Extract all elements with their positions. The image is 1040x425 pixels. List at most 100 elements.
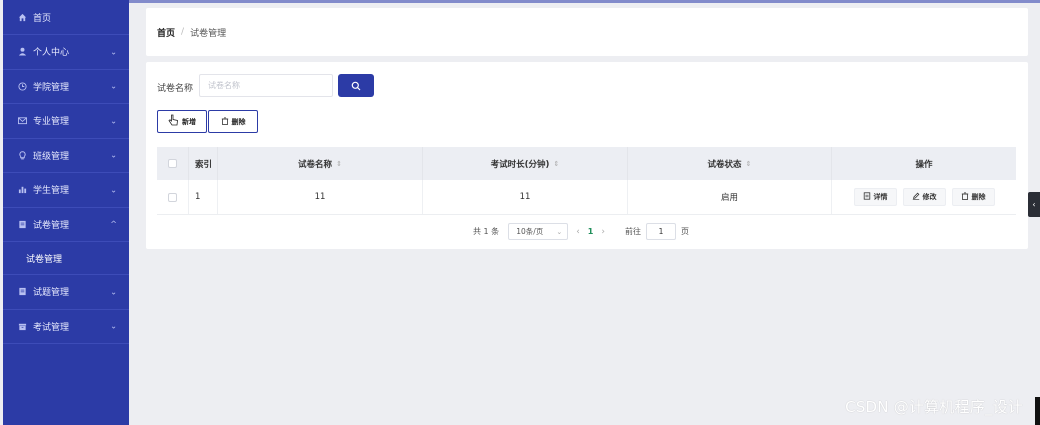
row-check-cell (157, 180, 189, 214)
delete-button[interactable]: 删除 (208, 110, 258, 133)
sidebar-item-label: 个人中心 (33, 48, 70, 59)
sort-icon: ⇕ (745, 159, 752, 168)
archive-icon (17, 321, 27, 331)
page-size-select[interactable]: 10条/页 ⌄ (508, 223, 569, 240)
sort-icon: ⇕ (553, 159, 560, 168)
home-icon (17, 12, 27, 22)
header-name[interactable]: 试卷名称 ⇕ (218, 147, 423, 180)
add-button-label: 新增 (182, 117, 196, 126)
row-delete-button-label: 删除 (971, 193, 986, 201)
watermark: CSDN @计算机程序_设计 (845, 398, 1023, 416)
breadcrumb-home[interactable]: 首页 (157, 26, 175, 39)
sidebar-item-label: 学生管理 (33, 186, 70, 197)
sidebar-item-personal-center[interactable]: 个人中心 ⌄ (3, 35, 129, 70)
header-index: 索引 (189, 147, 218, 180)
doc-icon (17, 219, 27, 229)
bulb-icon (17, 150, 27, 160)
goto-page-input[interactable]: 1 (645, 223, 676, 240)
goto-label: 前往 (624, 227, 641, 236)
edge-strip (1035, 397, 1040, 425)
sidebar-subitem-label: 试卷管理 (26, 254, 63, 265)
sidebar-item-exam[interactable]: 考试管理 ⌄ (3, 310, 129, 344)
chevron-down-icon: ⌄ (110, 116, 117, 126)
sidebar-item-question[interactable]: 试题管理 ⌄ (3, 275, 129, 310)
sidebar-item-label: 专业管理 (33, 117, 70, 128)
cell-name: 11 (218, 180, 423, 214)
cell-duration: 11 (423, 180, 628, 214)
delete-button-label: 删除 (231, 117, 246, 126)
select-all-cell (157, 147, 189, 180)
row-checkbox[interactable] (168, 192, 177, 202)
sidebar-item-label: 首页 (33, 13, 52, 24)
header-duration[interactable]: 考试时长(分钟) ⇕ (423, 147, 628, 180)
sidebar-item-college[interactable]: 学院管理 ⌄ (3, 70, 129, 104)
table-header: 索引 试卷名称 ⇕ 考试时长(分钟) ⇕ 试卷状态 ⇕ 操作 (157, 147, 1016, 180)
pagination-total: 共 1 条 (473, 227, 500, 236)
chevron-left-icon: ‹ (1032, 200, 1036, 209)
papers-table: 索引 试卷名称 ⇕ 考试时长(分钟) ⇕ 试卷状态 ⇕ 操作 1 11 11 启用 详… (157, 147, 1016, 215)
edit-button[interactable]: 修改 (902, 188, 946, 206)
sidebar: 首页 个人中心 ⌄ 学院管理 ⌄ 专业管理 ⌄ 班级管理 ⌄ 学生管理 ⌄ 试卷… (3, 0, 129, 425)
search-button[interactable] (338, 74, 374, 97)
chevron-down-icon: ⌄ (110, 150, 117, 160)
chevron-down-icon: ⌄ (110, 185, 117, 195)
sidebar-item-label: 班级管理 (33, 151, 70, 162)
content-panel: 试卷名称 新增 删除 索引 试卷名称⇕ 考试时长(分钟)⇕ 试卷状态⇕ 操作 1… (146, 62, 1028, 249)
document-icon (863, 192, 871, 202)
chevron-down-icon: ⌄ (110, 321, 117, 331)
table-row: 1 11 11 启用 详情 修改 删除 (157, 180, 1016, 215)
doc-icon (17, 287, 27, 297)
detail-button[interactable]: 详情 (853, 188, 897, 206)
user-icon (17, 47, 27, 57)
breadcrumb-current: 试卷管理 (190, 28, 227, 39)
sidebar-item-home[interactable]: 首页 (3, 0, 129, 35)
search-icon (351, 81, 361, 90)
sidebar-item-major[interactable]: 专业管理 ⌄ (3, 104, 129, 139)
search-input[interactable] (199, 74, 333, 97)
clock-icon (17, 81, 27, 91)
current-page[interactable]: 1 (588, 227, 594, 236)
header-name-label: 试卷名称 (298, 159, 333, 170)
prev-page-button[interactable]: ‹ (576, 227, 580, 237)
select-all-checkbox[interactable] (168, 159, 177, 168)
cell-index: 1 (189, 180, 218, 214)
sidebar-item-label: 考试管理 (33, 322, 70, 333)
sidebar-item-student[interactable]: 学生管理 ⌄ (3, 173, 129, 208)
page-size-value: 10条/页 (516, 227, 544, 236)
next-page-button[interactable]: › (601, 227, 605, 237)
chevron-down-icon: ⌄ (556, 227, 563, 236)
chart-icon (17, 185, 27, 195)
cell-status: 启用 (628, 180, 832, 214)
chevron-down-icon: ⌄ (110, 287, 117, 297)
cell-ops: 详情 修改 删除 (832, 180, 1016, 214)
sort-icon: ⇕ (336, 159, 342, 168)
pagination: 共 1 条 10条/页 ⌄ ‹ 1 › 前往 1 页 (473, 223, 689, 240)
sidebar-item-label: 学院管理 (33, 82, 70, 93)
sidebar-item-paper[interactable]: 试卷管理 ^ (3, 208, 129, 242)
header-status[interactable]: 试卷状态 ⇕ (628, 147, 832, 180)
detail-button-label: 详情 (873, 193, 888, 201)
header-ops: 操作 (915, 159, 933, 170)
edit-button-label: 修改 (922, 193, 937, 201)
sidebar-item-class[interactable]: 班级管理 ⌄ (3, 139, 129, 173)
sidebar-subitem-paper-management[interactable]: 试卷管理 (3, 242, 129, 275)
header-duration-label: 考试时长(分钟) (490, 159, 550, 170)
trash-icon (961, 192, 969, 202)
breadcrumb: 首页 / 试卷管理 (146, 8, 1028, 56)
search-label: 试卷名称 (157, 84, 194, 94)
chevron-up-icon: ^ (110, 219, 117, 229)
row-delete-button[interactable]: 删除 (951, 188, 995, 206)
mail-icon (17, 116, 27, 126)
trash-icon (221, 116, 229, 127)
edit-icon (912, 192, 920, 202)
sidebar-item-label: 试卷管理 (33, 220, 70, 231)
chevron-down-icon: ⌄ (110, 81, 117, 91)
goto-suffix: 页 (680, 227, 689, 236)
collapse-panel-tab[interactable]: ‹ (1028, 192, 1040, 217)
breadcrumb-separator: / (181, 27, 185, 37)
top-accent-line (129, 0, 1040, 3)
chevron-down-icon: ⌄ (110, 47, 117, 57)
header-status-label: 试卷状态 (707, 159, 742, 170)
sidebar-item-label: 试题管理 (33, 288, 70, 299)
add-button[interactable]: 新增 (157, 110, 207, 133)
